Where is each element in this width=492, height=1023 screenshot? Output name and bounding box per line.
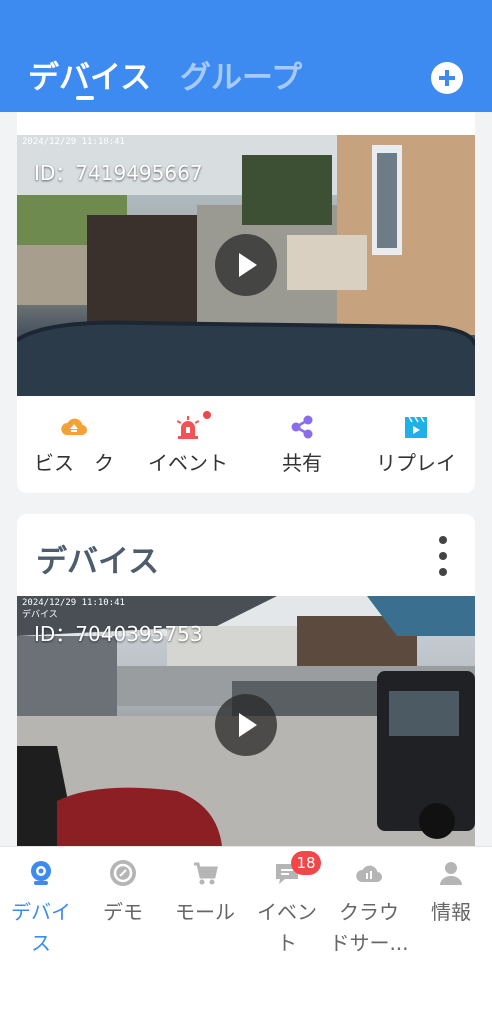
nav-item-profile[interactable]: 情報 <box>410 847 492 959</box>
cloud-service-action[interactable]: ビス ク <box>17 407 131 477</box>
bottom-navigation: デバイス デモ モール 18 イベント クラウ ドサー... 情報 <box>0 846 492 960</box>
cloud-service-icon <box>61 418 88 436</box>
play-button[interactable] <box>215 234 277 296</box>
event-action[interactable]: イベント <box>131 407 245 477</box>
device-card: デバイス 2024/12/29 11:10:41 デバイス ID：7040395… <box>17 514 475 846</box>
video-timestamp: 2024/12/29 11:10:41 <box>22 137 125 147</box>
nav-item-mall[interactable]: モール <box>164 847 246 959</box>
event-count-badge: 18 <box>291 851 321 875</box>
device-name: デバイス <box>36 544 160 580</box>
nav-label: デバイス <box>11 900 71 955</box>
video-thumbnail[interactable]: 2024/12/29 11:10:41 デバイス ID：7040395753 <box>17 596 475 846</box>
nav-label: 情報 <box>431 900 471 924</box>
device-id-label: ID：7040395753 <box>34 622 203 646</box>
tab-indicator <box>76 96 94 100</box>
nav-item-cloud[interactable]: クラウ ドサー... <box>328 847 410 959</box>
nav-item-events[interactable]: 18 イベント <box>246 847 328 959</box>
device-actions: ビス ク イベント 共有 リプレイ <box>17 407 475 477</box>
action-label: リプレイ <box>376 451 456 475</box>
bottom-safe-area <box>0 958 492 1023</box>
action-label: 共有 <box>282 451 322 475</box>
nav-item-demo[interactable]: デモ <box>82 847 164 959</box>
action-label: イベント <box>148 451 228 475</box>
nav-label: クラウ ドサー... <box>329 900 409 955</box>
add-device-button[interactable] <box>431 62 463 94</box>
device-card: 2024/12/29 11:10:41 ID：7419495667 ビス ク イ… <box>17 112 475 493</box>
event-dot <box>203 411 211 419</box>
nav-label: モール <box>175 900 235 924</box>
device-list[interactable]: 2024/12/29 11:10:41 ID：7419495667 ビス ク イ… <box>0 112 492 846</box>
device-id-label: ID：7419495667 <box>34 161 203 185</box>
camera-icon <box>31 861 51 885</box>
cloud-icon <box>356 865 383 883</box>
alarm-siren-icon <box>176 416 200 439</box>
action-label: ビス ク <box>34 451 114 475</box>
replay-clapper-icon <box>405 416 427 438</box>
share-icon <box>291 415 313 439</box>
video-thumbnail[interactable]: 2024/12/29 11:10:41 ID：7419495667 <box>17 135 475 396</box>
more-options-button[interactable] <box>435 534 451 578</box>
user-icon <box>440 862 462 885</box>
replay-action[interactable]: リプレイ <box>359 407 473 477</box>
nav-label: デモ <box>103 900 143 924</box>
nav-item-devices[interactable]: デバイス <box>0 847 82 959</box>
cart-icon <box>194 862 218 885</box>
play-button[interactable] <box>215 694 277 756</box>
top-header: デバイス グループ <box>0 0 492 112</box>
demo-icon <box>110 860 136 886</box>
share-action[interactable]: 共有 <box>245 407 359 477</box>
nav-label: イベント <box>257 900 317 955</box>
tab-groups[interactable]: グループ <box>180 52 302 97</box>
tab-devices[interactable]: デバイス <box>28 52 151 97</box>
